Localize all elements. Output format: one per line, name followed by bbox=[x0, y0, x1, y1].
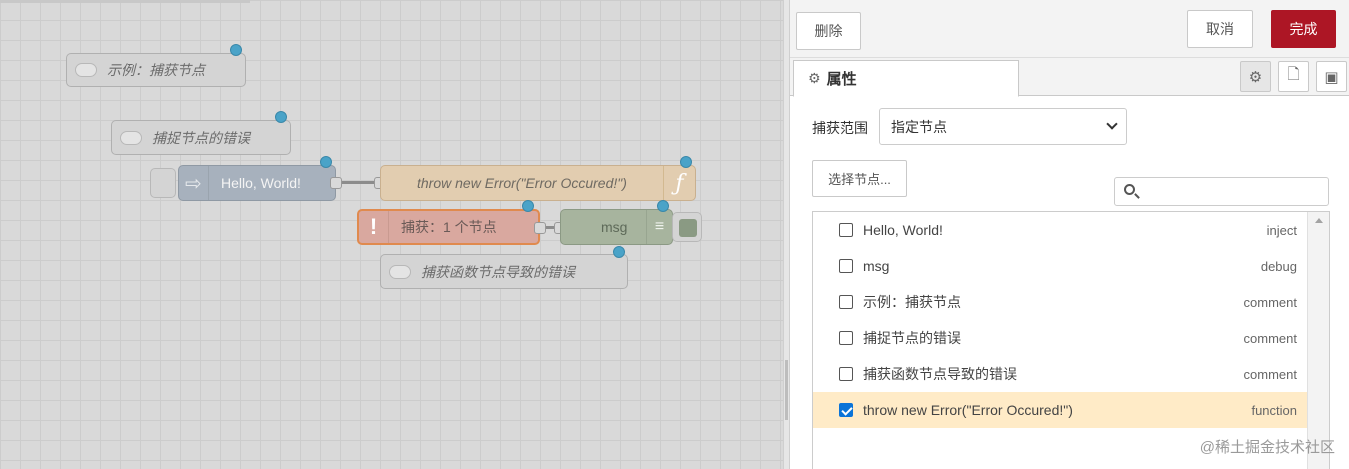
comment-node-label: 捕获函数节点导致的错误 bbox=[421, 263, 575, 280]
comment-icon bbox=[75, 63, 97, 77]
node-checkbox[interactable] bbox=[839, 367, 853, 381]
description-tab-icon[interactable]: 🗋 bbox=[1278, 61, 1309, 92]
done-button[interactable]: 完成 bbox=[1271, 10, 1336, 48]
node-name: 捕捉节点的错误 bbox=[863, 330, 961, 346]
canvas-tab-strip bbox=[0, 0, 250, 3]
watermark: @稀土掘金技术社区 bbox=[1199, 439, 1335, 456]
flow-canvas[interactable]: 示例：捕获节点 捕捉节点的错误 ⇨ Hello, World! throw ne… bbox=[0, 0, 783, 469]
changed-indicator bbox=[320, 156, 332, 168]
list-item[interactable]: 捕捉节点的错误 comment bbox=[813, 320, 1307, 356]
node-checkbox[interactable] bbox=[839, 295, 853, 309]
resize-grip[interactable] bbox=[785, 360, 788, 420]
inject-trigger-button[interactable] bbox=[150, 168, 176, 198]
list-item[interactable]: Hello, World! inject bbox=[813, 212, 1307, 248]
node-checkbox[interactable] bbox=[839, 331, 853, 345]
list-item[interactable]: throw new Error("Error Occured!") functi… bbox=[813, 392, 1307, 428]
debug-toggle-button[interactable] bbox=[672, 212, 702, 242]
changed-indicator bbox=[680, 156, 692, 168]
node-type: comment bbox=[1243, 330, 1297, 346]
changed-indicator bbox=[657, 200, 669, 212]
search-icon bbox=[1124, 184, 1135, 195]
node-name: 捕获函数节点导致的错误 bbox=[863, 366, 1017, 382]
comment-icon bbox=[120, 130, 142, 145]
node-checkbox[interactable] bbox=[839, 223, 853, 237]
list-item[interactable]: 示例：捕获节点 comment bbox=[813, 284, 1307, 320]
arrow-right-icon: ⇨ bbox=[179, 166, 209, 200]
appearance-tab-icon[interactable]: ▣ bbox=[1316, 61, 1347, 92]
node-search-field[interactable] bbox=[1114, 177, 1329, 206]
delete-button[interactable]: 删除 bbox=[796, 12, 861, 50]
node-name: msg bbox=[863, 258, 890, 274]
comment-node-function-errors[interactable]: 捕获函数节点导致的错误 bbox=[380, 254, 628, 289]
node-type: comment bbox=[1243, 366, 1297, 382]
list-scrollbar[interactable] bbox=[1307, 212, 1329, 469]
scroll-up-arrow-icon[interactable] bbox=[1315, 218, 1323, 223]
scope-select-value: 指定节点 bbox=[891, 118, 947, 135]
node-name: Hello, World! bbox=[863, 222, 943, 238]
exclamation-icon: ! bbox=[359, 211, 389, 243]
tab-label: 属性 bbox=[826, 71, 857, 88]
select-nodes-button[interactable]: 选择节点... bbox=[812, 160, 907, 197]
node-list: Hello, World! inject msg debug 示例：捕获节点 c… bbox=[812, 211, 1330, 469]
comment-node-example[interactable]: 示例：捕获节点 bbox=[66, 53, 246, 87]
tray-toolbar: 删除 取消 完成 bbox=[790, 0, 1349, 58]
comment-node-catch-errors[interactable]: 捕捉节点的错误 bbox=[111, 120, 291, 155]
list-item[interactable]: msg debug bbox=[813, 248, 1307, 284]
node-type: debug bbox=[1260, 258, 1297, 274]
tray-tabs: ⚙ 属性 ⚙ 🗋 ▣ bbox=[790, 58, 1349, 97]
node-name: throw new Error("Error Occured!") bbox=[863, 402, 1073, 418]
wire[interactable] bbox=[546, 226, 554, 229]
changed-indicator bbox=[275, 111, 287, 123]
node-edit-tray: 删除 取消 完成 ⚙ 属性 ⚙ 🗋 ▣ 捕获范围 指定节点 选择节点... He… bbox=[790, 0, 1349, 469]
settings-tab-icon[interactable]: ⚙ bbox=[1240, 61, 1271, 92]
debug-node[interactable]: msg ≡ bbox=[560, 209, 673, 245]
tab-properties[interactable]: ⚙ 属性 bbox=[793, 60, 1019, 97]
node-checkbox[interactable] bbox=[839, 403, 853, 417]
node-name: 示例：捕获节点 bbox=[863, 294, 961, 310]
list-icon: ≡ bbox=[646, 210, 672, 244]
debug-node-label: msg bbox=[601, 219, 628, 235]
search-input[interactable] bbox=[1143, 181, 1323, 202]
debug-toggle-indicator bbox=[679, 219, 697, 237]
function-icon: ƒ bbox=[663, 166, 695, 200]
chevron-down-icon bbox=[1106, 118, 1118, 130]
node-type: comment bbox=[1243, 294, 1297, 310]
inject-node[interactable]: ⇨ Hello, World! bbox=[178, 165, 336, 201]
catch-node[interactable]: ! 捕获：1 个节点 bbox=[357, 209, 540, 245]
node-checkbox[interactable] bbox=[839, 259, 853, 273]
catch-node-label: 捕获：1 个节点 bbox=[401, 219, 497, 235]
changed-indicator bbox=[230, 44, 242, 56]
comment-node-label: 捕捉节点的错误 bbox=[152, 129, 250, 146]
output-port[interactable] bbox=[534, 222, 546, 234]
node-type: inject bbox=[1266, 222, 1297, 238]
inject-node-label: Hello, World! bbox=[221, 175, 301, 191]
function-node-label: throw new Error("Error Occured!") bbox=[417, 175, 627, 191]
changed-indicator bbox=[613, 246, 625, 258]
node-type: function bbox=[1251, 402, 1297, 418]
comment-node-label: 示例：捕获节点 bbox=[107, 62, 205, 78]
gear-icon: ⚙ bbox=[808, 70, 821, 86]
scope-select[interactable]: 指定节点 bbox=[879, 108, 1127, 145]
changed-indicator bbox=[522, 200, 534, 212]
comment-icon bbox=[389, 264, 411, 279]
scope-label: 捕获范围 bbox=[812, 120, 868, 136]
list-item[interactable]: 捕获函数节点导致的错误 comment bbox=[813, 356, 1307, 392]
cancel-button[interactable]: 取消 bbox=[1187, 10, 1253, 48]
function-node[interactable]: throw new Error("Error Occured!") ƒ bbox=[380, 165, 696, 201]
wire[interactable] bbox=[342, 181, 374, 184]
output-port[interactable] bbox=[330, 177, 342, 189]
